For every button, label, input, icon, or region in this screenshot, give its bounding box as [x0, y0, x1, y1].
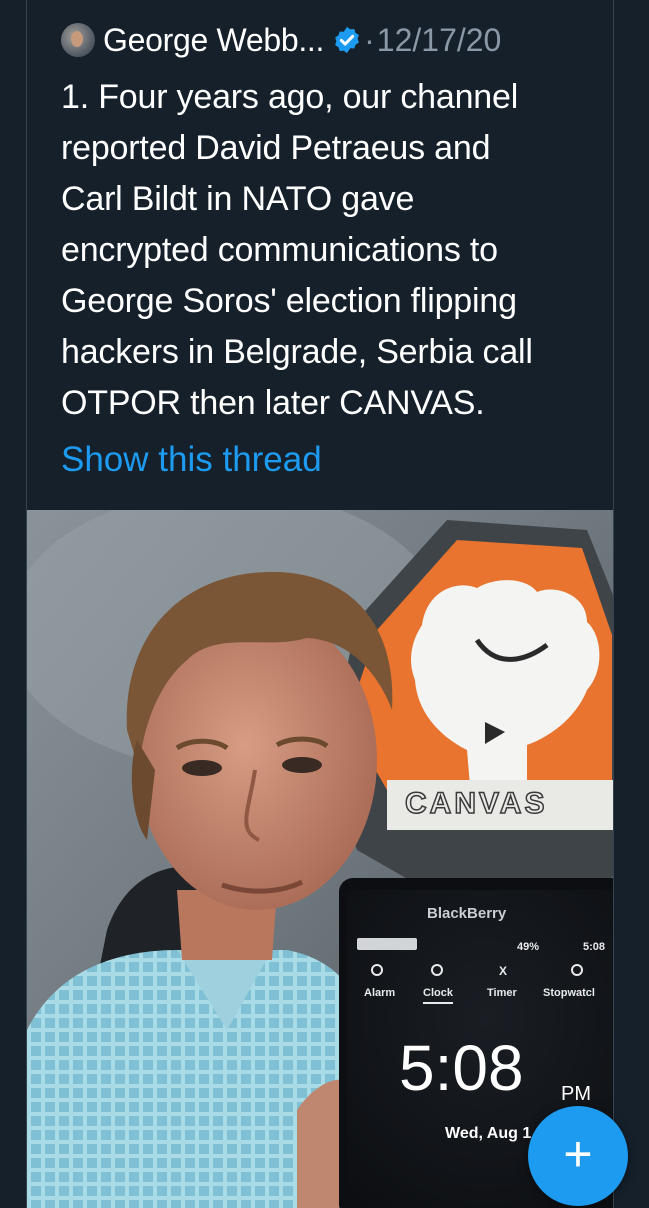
- tweet-media-photo[interactable]: CANVAS BlackBerry 49% 5:08 X Alarm Clock…: [27, 510, 613, 1208]
- tweet-card[interactable]: George Webb... · 12/17/20 1. Four years …: [26, 0, 614, 1208]
- phone-clock-date: Wed, Aug 1: [445, 1125, 531, 1142]
- phone-tab-alarm: Alarm: [364, 987, 395, 999]
- phone-status-time: 5:08: [583, 941, 605, 953]
- plus-icon: +: [563, 1126, 593, 1182]
- tweet-header: George Webb... · 12/17/20: [61, 18, 613, 62]
- tweet-text-line: encrypted communications to: [61, 231, 498, 269]
- tweet-date[interactable]: 12/17/20: [377, 22, 502, 59]
- tweet-text-line: 1. Four years ago, our channel: [61, 78, 519, 116]
- show-thread-link[interactable]: Show this thread: [61, 440, 322, 480]
- tweet-text-line: hackers in Belgrade, Serbia call: [61, 333, 533, 371]
- phone-tab-timer: Timer: [487, 987, 517, 999]
- svg-text:X: X: [499, 964, 507, 978]
- phone-battery: 49%: [517, 941, 539, 953]
- avatar[interactable]: [61, 23, 95, 57]
- phone-tab-stopwatch: Stopwatcl: [543, 987, 595, 999]
- phone-clock-time: 5:08: [399, 1032, 524, 1104]
- tweet-text-line: George Soros' election flipping: [61, 282, 517, 320]
- phone-tab-clock: Clock: [423, 987, 454, 999]
- tweet-text: 1. Four years ago, our channel reported …: [61, 72, 591, 429]
- photo-illustration: CANVAS BlackBerry 49% 5:08 X Alarm Clock…: [27, 510, 613, 1208]
- phone-clock-ampm: PM: [561, 1083, 591, 1105]
- author-name[interactable]: George Webb...: [103, 22, 324, 59]
- verified-badge-icon: [335, 26, 359, 54]
- tweet-text-line: Carl Bildt in NATO gave: [61, 180, 415, 218]
- compose-tweet-button[interactable]: +: [528, 1106, 628, 1206]
- header-separator: ·: [364, 21, 375, 58]
- tweet-text-line: reported David Petraeus and: [61, 129, 491, 167]
- tweet-text-line: OTPOR then later CANVAS.: [61, 384, 485, 422]
- canvas-sign-text: CANVAS: [405, 787, 547, 820]
- phone-brand: BlackBerry: [427, 905, 507, 922]
